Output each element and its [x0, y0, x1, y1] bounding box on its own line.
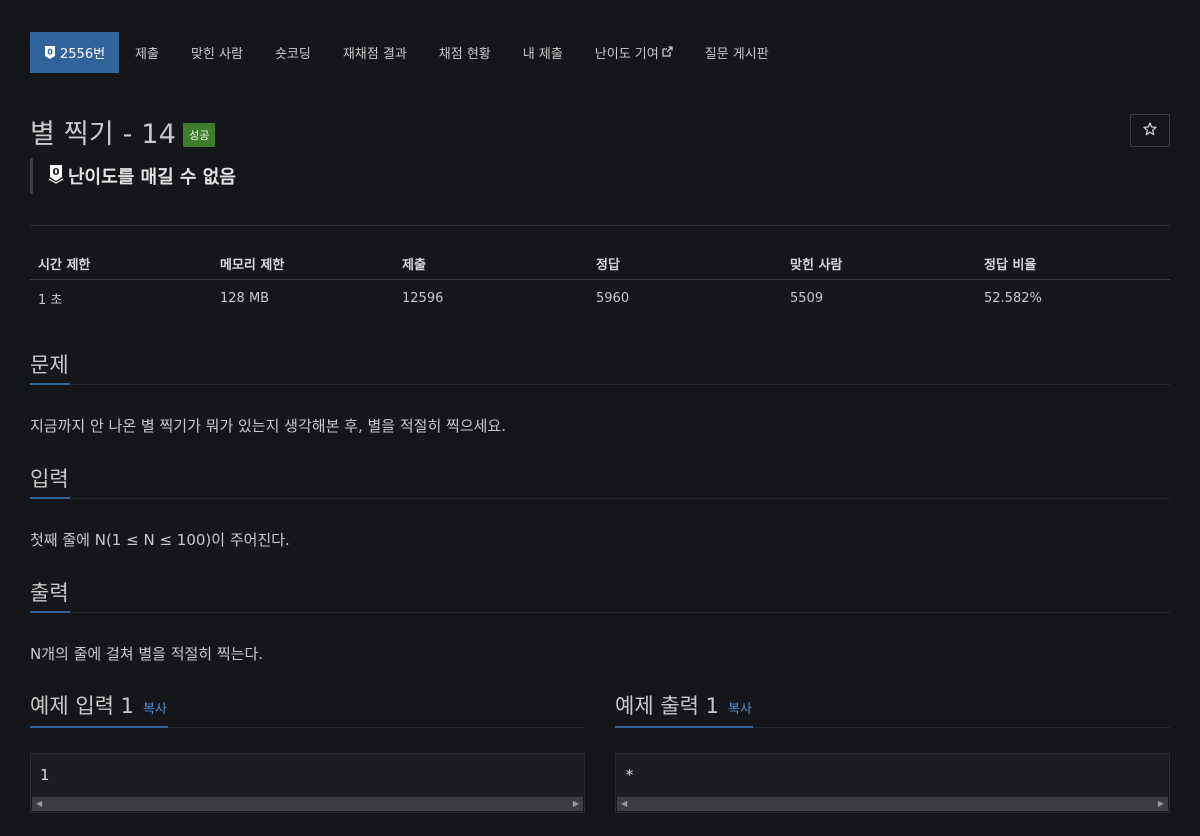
tab-qna-board[interactable]: 질문 게시판: [689, 32, 785, 73]
scroll-left-icon[interactable]: ◀: [36, 797, 42, 811]
scroll-left-icon[interactable]: ◀: [621, 797, 627, 811]
tab-short-coding[interactable]: 숏코딩: [259, 32, 327, 73]
sample-output-box[interactable]: * ◀ ▶: [615, 753, 1170, 813]
copy-output-button[interactable]: 복사: [728, 698, 752, 717]
problem-number: 2556번: [60, 47, 106, 62]
tab-submit[interactable]: 제출: [119, 32, 175, 73]
title-row: 별 찍기 - 14 성공: [30, 112, 216, 151]
stats-header: 시간 제한: [38, 258, 91, 273]
problem-heading: 문제: [30, 353, 69, 377]
unrated-tier-icon: 0: [44, 45, 56, 61]
svg-text:0: 0: [47, 47, 53, 56]
output-heading: 출력: [30, 581, 69, 605]
tab-problem[interactable]: 0 2556번: [30, 32, 120, 73]
star-icon: [1143, 121, 1157, 140]
favorite-button[interactable]: [1130, 114, 1170, 147]
scroll-right-icon[interactable]: ▶: [1158, 797, 1164, 811]
tab-difficulty-contribution[interactable]: 난이도 기여: [579, 32, 689, 73]
tab-my-submissions[interactable]: 내 제출: [507, 32, 579, 73]
page-title: 별 찍기 - 14: [30, 119, 177, 150]
section-divider: [30, 384, 1170, 385]
stats-header: 제출: [402, 258, 426, 273]
sample-output-header: 예제 출력 1 복사: [615, 690, 1170, 720]
stats-value: 128 MB: [220, 290, 270, 306]
sample-output-heading: 예제 출력 1: [615, 694, 719, 718]
stats-value: 52.582%: [984, 290, 1042, 306]
stats-value: 5960: [596, 290, 630, 306]
difficulty-indicator: 0 난이도를 매길 수 없음: [30, 158, 236, 194]
stats-header-row: 시간 제한 메모리 제한 제출 정답 맞힌 사람 정답 비율: [30, 248, 1170, 280]
unrated-tier-icon: 0: [48, 164, 64, 188]
input-text: 첫째 줄에 N(1 ≤ N ≤ 100)이 주어진다.: [30, 531, 290, 549]
output-text: N개의 줄에 걸쳐 별을 적절히 찍는다.: [30, 645, 264, 663]
stats-header: 정답: [596, 258, 620, 273]
stats-header: 맞힌 사람: [790, 258, 843, 273]
svg-text:0: 0: [53, 167, 60, 178]
sample-input-header: 예제 입력 1 복사: [30, 690, 585, 720]
stats-value: 1 초: [38, 292, 63, 308]
stats-header: 정답 비율: [984, 258, 1037, 273]
section-underline: [30, 611, 70, 613]
input-heading: 입력: [30, 467, 69, 491]
external-link-icon: [662, 45, 673, 60]
section-divider: [30, 498, 1170, 499]
tab-status[interactable]: 채점 현황: [423, 32, 507, 73]
stats-value: 5509: [790, 290, 824, 306]
sample-input-heading: 예제 입력 1: [30, 694, 134, 718]
problem-tabs: 0 2556번 제출 맞힌 사람 숏코딩 재채점 결과 채점 현황 내 제출 난…: [30, 32, 785, 73]
copy-input-button[interactable]: 복사: [143, 698, 167, 717]
stats-value: 12596: [402, 290, 444, 306]
section-divider: [30, 612, 1170, 613]
tab-rejudge-results[interactable]: 재채점 결과: [327, 32, 423, 73]
section-underline: [30, 497, 70, 499]
stats-value-row: 1 초 128 MB 12596 5960 5509 52.582%: [30, 280, 1170, 316]
status-badge: 성공: [183, 122, 216, 147]
header-divider: [30, 225, 1170, 226]
stats-header: 메모리 제한: [220, 258, 285, 273]
scroll-right-icon[interactable]: ▶: [573, 797, 579, 811]
tab-solved-users[interactable]: 맞힌 사람: [175, 32, 259, 73]
problem-text: 지금까지 안 나온 별 찍기가 뭐가 있는지 생각해본 후, 별을 적절히 찍으…: [30, 417, 506, 435]
section-underline: [30, 726, 168, 728]
difficulty-text: 난이도를 매길 수 없음: [68, 167, 236, 188]
sample-output-block: 예제 출력 1 복사 * ◀ ▶: [615, 690, 1170, 813]
section-underline: [615, 726, 753, 728]
horizontal-scrollbar[interactable]: ◀ ▶: [32, 797, 583, 811]
sample-input-value: 1: [40, 766, 50, 784]
sample-input-block: 예제 입력 1 복사 1 ◀ ▶: [30, 690, 585, 813]
sample-output-value: *: [625, 766, 635, 784]
tab-difficulty-label: 난이도 기여: [594, 47, 659, 62]
horizontal-scrollbar[interactable]: ◀ ▶: [617, 797, 1168, 811]
sample-input-box[interactable]: 1 ◀ ▶: [30, 753, 585, 813]
stats-table: 시간 제한 메모리 제한 제출 정답 맞힌 사람 정답 비율 1 초 128 M…: [30, 248, 1170, 316]
section-underline: [30, 383, 70, 385]
